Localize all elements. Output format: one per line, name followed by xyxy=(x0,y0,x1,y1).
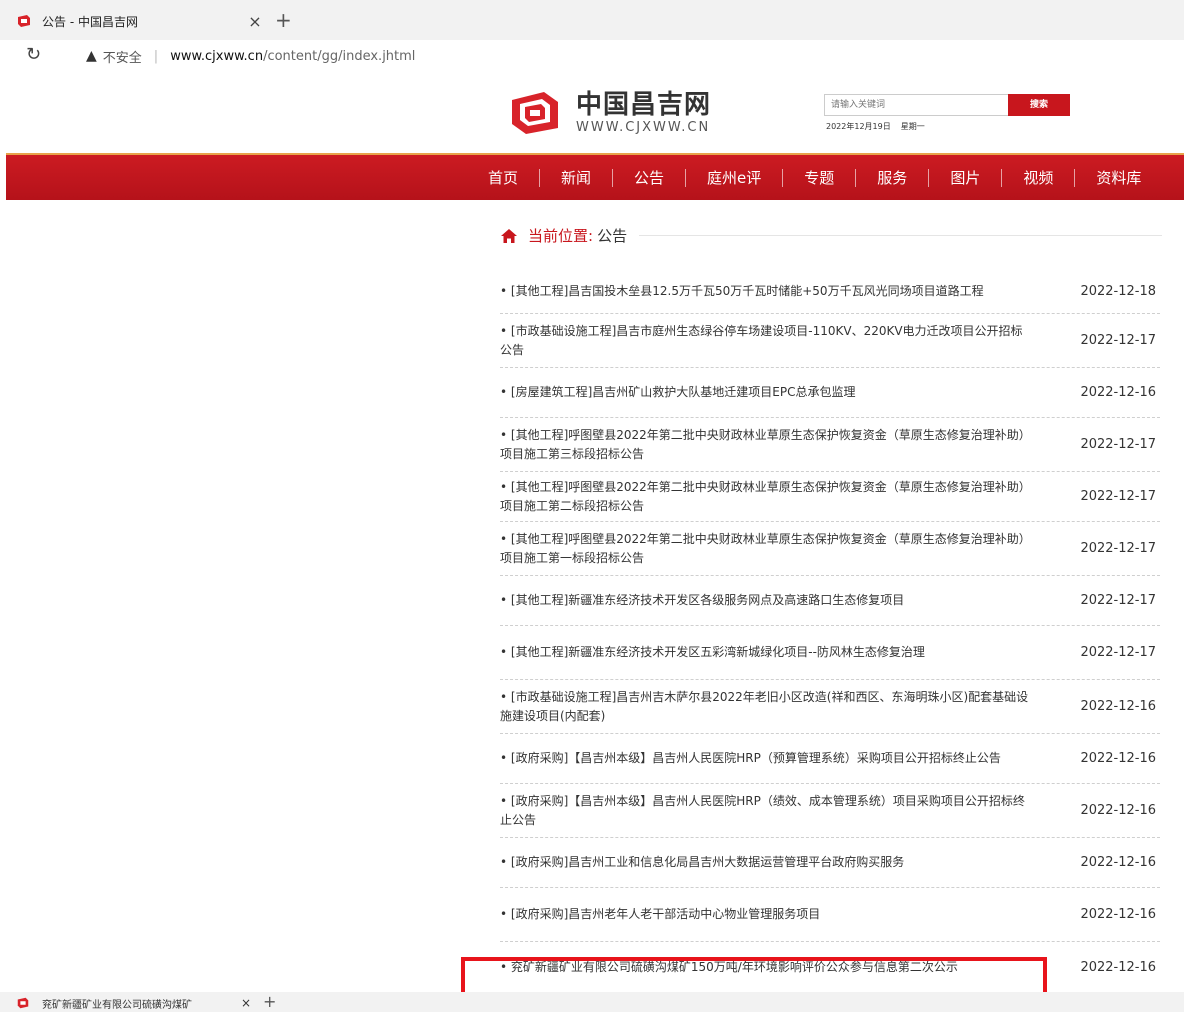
announcement-title-link[interactable]: • [其他工程]新疆准东经济技术开发区各级服务网点及高速路口生态修复项目 xyxy=(500,591,1070,610)
announcement-title-link[interactable]: • [其他工程]呼图壁县2022年第二批中央财政林业草原生态保护恢复资金（草原生… xyxy=(500,426,1070,464)
announcement-date: 2022-12-17 xyxy=(1080,593,1156,608)
announcement-date: 2022-12-17 xyxy=(1080,333,1156,348)
site-favicon-icon xyxy=(17,997,29,1009)
nav-item[interactable]: 专题 xyxy=(804,167,834,188)
new-tab-button[interactable]: + xyxy=(275,8,292,32)
search-input[interactable] xyxy=(824,94,1008,116)
announcement-date: 2022-12-16 xyxy=(1080,960,1156,975)
breadcrumb-current[interactable]: 公告 xyxy=(597,225,627,246)
announcement-date: 2022-12-17 xyxy=(1080,489,1156,504)
logo-mark-icon xyxy=(512,92,558,134)
announcement-row: • [政府采购]昌吉州老年人老干部活动中心物业管理服务项目 2022-12-16 xyxy=(500,888,1160,942)
announcement-row: • [其他工程]新疆准东经济技术开发区五彩湾新城绿化项目--防风林生态修复治理 2… xyxy=(500,626,1160,680)
announcement-row: • [其他工程]呼图壁县2022年第二批中央财政林业草原生态保护恢复资金（草原生… xyxy=(500,522,1160,576)
announcement-date: 2022-12-16 xyxy=(1080,855,1156,870)
nav-separator xyxy=(782,168,784,187)
nav-item[interactable]: 新闻 xyxy=(561,167,591,188)
nav-item[interactable]: 公告 xyxy=(634,167,664,188)
announcement-title-link[interactable]: • [政府采购]昌吉州老年人老干部活动中心物业管理服务项目 xyxy=(500,905,1070,924)
nav-item[interactable]: 资料库 xyxy=(1096,167,1141,188)
nav-separator xyxy=(928,168,930,187)
address-bar: ↻ ▲ 不安全 | www.cjxww.cn /content/gg/index… xyxy=(0,40,1184,72)
nav-item[interactable]: 图片 xyxy=(950,167,980,188)
announcement-title-link[interactable]: • 兖矿新疆矿业有限公司硫磺沟煤矿150万吨/年环境影响评价公众参与信息第二次公… xyxy=(500,958,1070,977)
url-path: /content/gg/index.jhtml xyxy=(263,48,416,64)
announcement-title-link[interactable]: • [其他工程]新疆准东经济技术开发区五彩湾新城绿化项目--防风林生态修复治理 xyxy=(500,643,1070,662)
announcement-title-link[interactable]: • [其他工程]昌吉国投木垒县12.5万千瓦50万千瓦时储能+50万千瓦风光同场… xyxy=(500,282,1070,301)
nav-item[interactable]: 首页 xyxy=(488,167,518,188)
nav-separator xyxy=(685,168,687,187)
announcement-title-link[interactable]: • [政府采购]昌吉州工业和信息化局昌吉州大数据运营管理平台政府购买服务 xyxy=(500,853,1070,872)
announcement-row: • [政府采购]【昌吉州本级】昌吉州人民医院HRP（绩效、成本管理系统）项目采购… xyxy=(500,784,1160,838)
announcement-date: 2022-12-17 xyxy=(1080,437,1156,452)
site-logo[interactable]: 中国昌吉网 WWW.CJXWW.CN xyxy=(508,88,711,138)
bottom-browser-tab[interactable]: 兖矿新疆矿业有限公司硫磺沟煤矿 × xyxy=(8,994,254,1012)
announcement-list: • [其他工程]昌吉国投木垒县12.5万千瓦50万千瓦时储能+50万千瓦风光同场… xyxy=(500,270,1160,994)
date-text: 2022年12月19日 xyxy=(826,122,891,131)
nav-item[interactable]: 服务 xyxy=(877,167,907,188)
breadcrumb: 当前位置: 公告 xyxy=(500,225,1162,246)
announcement-row: • [其他工程]呼图壁县2022年第二批中央财政林业草原生态保护恢复资金（草原生… xyxy=(500,418,1160,472)
browser-tab[interactable]: 公告 - 中国昌吉网 × xyxy=(8,7,264,35)
announcement-date: 2022-12-16 xyxy=(1080,751,1156,766)
site-favicon-icon xyxy=(18,15,30,27)
announcement-title-link[interactable]: • [其他工程]呼图壁县2022年第二批中央财政林业草原生态保护恢复资金（草原生… xyxy=(500,478,1070,516)
reload-icon[interactable]: ↻ xyxy=(26,44,41,65)
bottom-tab-title: 兖矿新疆矿业有限公司硫磺沟煤矿 xyxy=(42,999,192,1011)
announcement-row: • [市政基础设施工程]昌吉州吉木萨尔县2022年老旧小区改造(祥和西区、东海明… xyxy=(500,680,1160,734)
url-separator: | xyxy=(153,48,159,64)
announcement-row: • [政府采购]昌吉州工业和信息化局昌吉州大数据运营管理平台政府购买服务 2022… xyxy=(500,838,1160,888)
announcement-title-link[interactable]: • [市政基础设施工程]昌吉州吉木萨尔县2022年老旧小区改造(祥和西区、东海明… xyxy=(500,688,1070,726)
browser-tab-bar: 公告 - 中国昌吉网 × + xyxy=(0,0,1184,40)
announcement-title-link[interactable]: • [政府采购]【昌吉州本级】昌吉州人民医院HRP（预算管理系统）采购项目公开招… xyxy=(500,749,1070,768)
warning-icon[interactable]: ▲ xyxy=(86,48,97,64)
announcement-title-link[interactable]: • [市政基础设施工程]昌吉市庭州生态绿谷停车场建设项目-110KV、220KV… xyxy=(500,322,1070,360)
announcement-row: • [其他工程]新疆准东经济技术开发区各级服务网点及高速路口生态修复项目 2022… xyxy=(500,576,1160,626)
nav-separator xyxy=(855,168,857,187)
announcement-row: • [政府采购]【昌吉州本级】昌吉州人民医院HRP（预算管理系统）采购项目公开招… xyxy=(500,734,1160,784)
announcement-title-link[interactable]: • [房屋建筑工程]昌吉州矿山救护大队基地迁建项目EPC总承包监理 xyxy=(500,383,1070,402)
breadcrumb-divider xyxy=(639,235,1162,236)
announcement-date: 2022-12-16 xyxy=(1080,803,1156,818)
announcement-row: • [其他工程]呼图壁县2022年第二批中央财政林业草原生态保护恢复资金（草原生… xyxy=(500,472,1160,522)
site-search: 搜索 xyxy=(824,94,1070,116)
security-label[interactable]: 不安全 xyxy=(103,47,142,66)
announcement-title-link[interactable]: • [政府采购]【昌吉州本级】昌吉州人民医院HRP（绩效、成本管理系统）项目采购… xyxy=(500,792,1070,830)
nav-separator xyxy=(1001,168,1003,187)
nav-item[interactable]: 视频 xyxy=(1023,167,1053,188)
announcement-date: 2022-12-18 xyxy=(1080,284,1156,299)
logo-subtitle: WWW.CJXWW.CN xyxy=(576,120,711,135)
nav-item[interactable]: 庭州e评 xyxy=(707,167,761,188)
announcement-date: 2022-12-17 xyxy=(1080,645,1156,660)
announcement-date: 2022-12-16 xyxy=(1080,699,1156,714)
new-tab-button[interactable]: + xyxy=(263,992,276,1011)
close-tab-icon[interactable]: × xyxy=(238,996,254,1010)
url-host: www.cjxww.cn xyxy=(170,48,264,64)
announcement-title-link[interactable]: • [其他工程]呼图壁县2022年第二批中央财政林业草原生态保护恢复资金（草原生… xyxy=(500,530,1070,568)
main-nav: 首页 新闻 公告 庭州e评 专题 服务 图片 视频 资料库 xyxy=(6,153,1184,200)
url-field[interactable]: ▲ 不安全 | www.cjxww.cn /content/gg/index.j… xyxy=(68,42,1168,70)
nav-separator xyxy=(1074,168,1076,187)
breadcrumb-label: 当前位置: xyxy=(528,227,594,245)
announcement-row: • 兖矿新疆矿业有限公司硫磺沟煤矿150万吨/年环境影响评价公众参与信息第二次公… xyxy=(500,942,1160,994)
close-tab-icon[interactable]: × xyxy=(246,12,264,31)
logo-title: 中国昌吉网 xyxy=(576,90,712,120)
nav-separator xyxy=(539,168,541,187)
announcement-date: 2022-12-16 xyxy=(1080,907,1156,922)
announcement-row: • [房屋建筑工程]昌吉州矿山救护大队基地迁建项目EPC总承包监理 2022-12… xyxy=(500,368,1160,418)
current-date: 2022年12月19日 星期一 xyxy=(826,121,925,132)
nav-list: 首页 新闻 公告 庭州e评 专题 服务 图片 视频 资料库 xyxy=(488,155,1141,200)
weekday-text: 星期一 xyxy=(900,122,925,131)
home-icon[interactable] xyxy=(500,228,518,244)
announcement-row: • [其他工程]昌吉国投木垒县12.5万千瓦50万千瓦时储能+50万千瓦风光同场… xyxy=(500,270,1160,314)
announcement-date: 2022-12-17 xyxy=(1080,541,1156,556)
announcement-row: • [市政基础设施工程]昌吉市庭州生态绿谷停车场建设项目-110KV、220KV… xyxy=(500,314,1160,368)
announcement-date: 2022-12-16 xyxy=(1080,385,1156,400)
browser-tab-title: 公告 - 中国昌吉网 xyxy=(42,14,138,29)
search-button[interactable]: 搜索 xyxy=(1008,94,1070,116)
nav-separator xyxy=(612,168,614,187)
bottom-tab-bar: 兖矿新疆矿业有限公司硫磺沟煤矿 × + xyxy=(0,992,1184,1012)
